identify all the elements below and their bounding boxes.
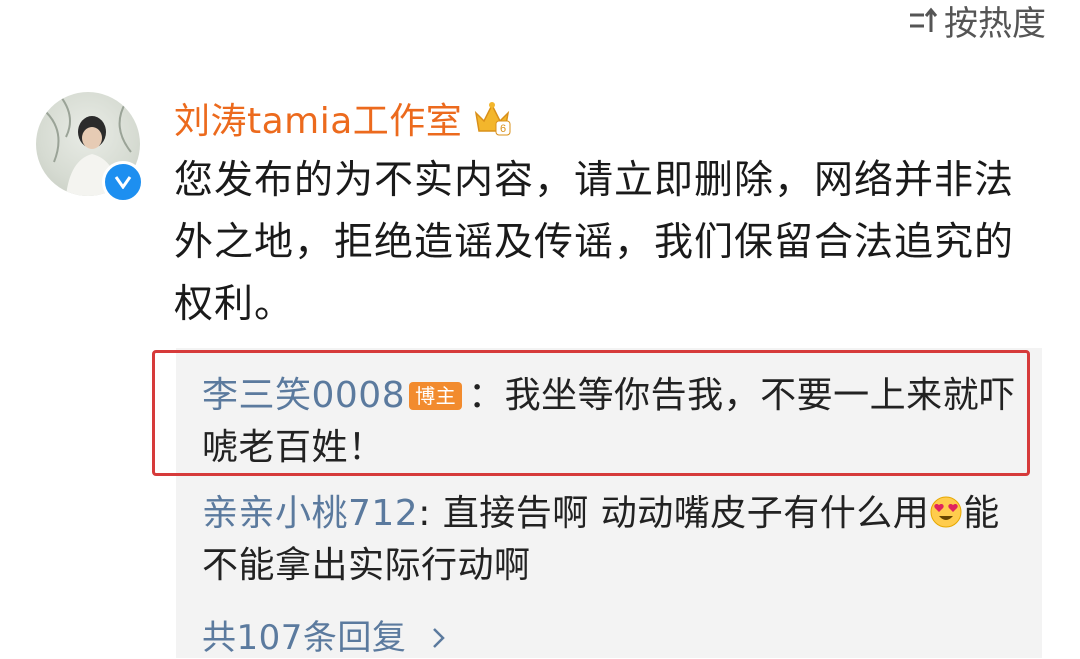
- more-replies-link[interactable]: 共107条回复: [202, 610, 446, 659]
- reply-item[interactable]: 亲亲小桃712: 直接告啊 动动嘴皮子有什么用 能不能拿出实际行动啊: [202, 488, 1022, 592]
- svg-text:6: 6: [500, 123, 506, 135]
- sort-label: 按热度: [944, 4, 1046, 44]
- sort-by-hot-button[interactable]: 按热度: [908, 0, 1046, 45]
- reply-text: 直接告啊 动动嘴皮子有什么用: [442, 493, 930, 534]
- comment-text: 您发布的为不实内容，请立即删除，网络并非法外之地，拒绝造谣及传谣，我们保留合法追…: [174, 158, 1015, 327]
- heart-eyes-emoji-icon: [930, 496, 962, 528]
- highlight-box: [152, 350, 1030, 476]
- comment-username[interactable]: 刘涛tamia工作室: [174, 92, 462, 144]
- verified-icon: [102, 161, 144, 203]
- crown-icon: 6: [475, 102, 511, 136]
- sort-icon: [910, 7, 938, 32]
- chevron-right-icon: [432, 618, 446, 658]
- more-replies-label: 共107条回复: [202, 618, 407, 658]
- reply-separator: :: [418, 493, 443, 534]
- reply-author[interactable]: 亲亲小桃712: [202, 493, 418, 534]
